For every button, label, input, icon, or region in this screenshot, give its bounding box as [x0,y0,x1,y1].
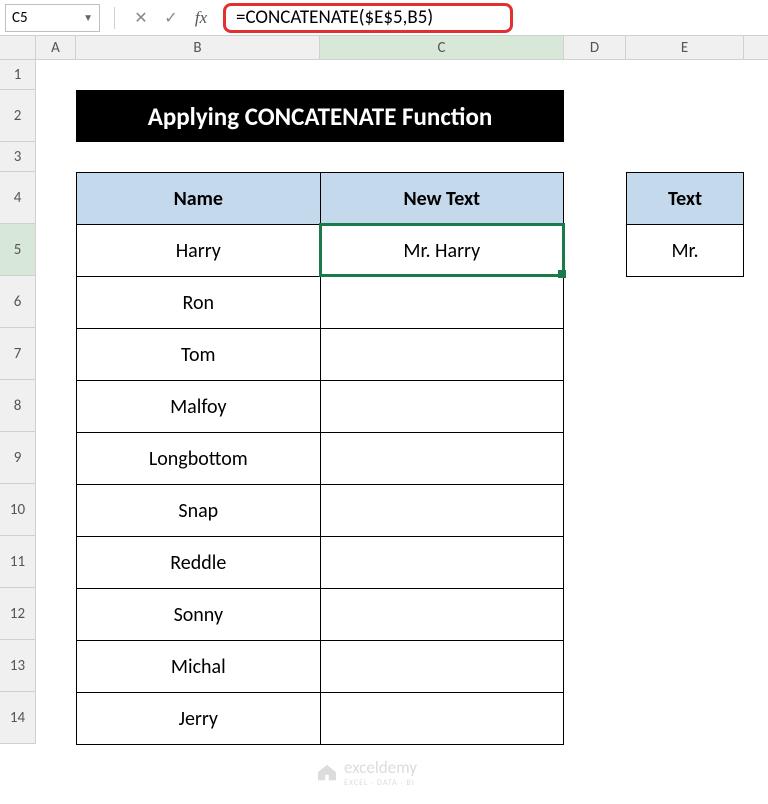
title-banner: Applying CONCATENATE Function [76,90,564,142]
cell-newtext[interactable] [320,329,563,381]
table-row: HarryMr. Harry [77,225,564,277]
row-header-5[interactable]: 5 [0,224,35,276]
chevron-down-icon[interactable]: ▼ [83,11,93,24]
table-row: Tom [77,329,564,381]
formula-bar: C5 ▼ ✕ ✓ fx =CONCATENATE($E$5,B5) [0,0,768,36]
cell-name[interactable]: Tom [77,329,321,381]
row-header-2[interactable]: 2 [0,90,35,142]
cell-name[interactable]: Michal [77,641,321,693]
row-header-3[interactable]: 3 [0,142,35,172]
watermark: exceldemy EXCEL · DATA · BI [316,757,417,788]
col-header-e[interactable]: E [626,36,744,59]
header-text[interactable]: Text [627,173,744,225]
main-table: Name New Text HarryMr. Harry Ron Tom Mal… [76,172,564,745]
cell-name[interactable]: Jerry [77,693,321,745]
select-all-corner[interactable] [0,36,36,59]
cell-newtext[interactable] [320,485,563,537]
row-header-8[interactable]: 8 [0,380,35,432]
cell-newtext[interactable]: Mr. Harry [320,225,563,277]
header-newtext[interactable]: New Text [320,173,563,225]
row-header-9[interactable]: 9 [0,432,35,484]
col-header-c[interactable]: C [320,36,564,59]
table-row: Sonny [77,589,564,641]
separator [114,7,115,29]
check-icon[interactable]: ✓ [159,8,183,28]
cell-newtext[interactable] [320,277,563,329]
col-header-b[interactable]: B [76,36,320,59]
table-row: Ron [77,277,564,329]
fx-icon[interactable]: fx [189,8,213,28]
col-header-a[interactable]: A [36,36,76,59]
grid: 1 2 3 4 5 6 7 8 9 10 11 12 13 14 Applyin… [0,60,768,744]
cell-newtext[interactable] [320,693,563,745]
table-row: Longbottom [77,433,564,485]
name-box-value: C5 [12,9,28,27]
cell-name[interactable]: Reddle [77,537,321,589]
table-row: Jerry [77,693,564,745]
row-header-12[interactable]: 12 [0,588,35,640]
row-headers: 1 2 3 4 5 6 7 8 9 10 11 12 13 14 [0,60,36,744]
cell-name[interactable]: Longbottom [77,433,321,485]
cell-newtext[interactable] [320,433,563,485]
cell-newtext[interactable] [320,589,563,641]
formula-input[interactable]: =CONCATENATE($E$5,B5) [223,3,513,33]
cell-newtext[interactable] [320,381,563,433]
house-icon [316,764,338,782]
column-headers: A B C D E [0,36,768,60]
row-header-11[interactable]: 11 [0,536,35,588]
watermark-tagline: EXCEL · DATA · BI [344,778,417,788]
table-row: Michal [77,641,564,693]
cell-name[interactable]: Ron [77,277,321,329]
row-header-6[interactable]: 6 [0,276,35,328]
cell-text[interactable]: Mr. [627,225,744,277]
row-header-14[interactable]: 14 [0,692,35,744]
table-row: Snap [77,485,564,537]
cell-name[interactable]: Harry [77,225,321,277]
cell-newtext[interactable] [320,641,563,693]
name-box[interactable]: C5 ▼ [5,4,100,32]
cancel-icon[interactable]: ✕ [129,8,153,28]
col-header-d[interactable]: D [564,36,626,59]
cell-newtext[interactable] [320,537,563,589]
table-header-row: Name New Text [77,173,564,225]
row-header-4[interactable]: 4 [0,172,35,224]
cell-name[interactable]: Snap [77,485,321,537]
table-row: Reddle [77,537,564,589]
cell-name[interactable]: Sonny [77,589,321,641]
row-header-13[interactable]: 13 [0,640,35,692]
row-header-10[interactable]: 10 [0,484,35,536]
formula-text: =CONCATENATE($E$5,B5) [236,6,433,29]
cells-area[interactable]: Applying CONCATENATE Function Name New T… [36,60,768,744]
row-header-1[interactable]: 1 [0,60,35,90]
cell-name[interactable]: Malfoy [77,381,321,433]
row-header-7[interactable]: 7 [0,328,35,380]
watermark-brand: exceldemy [344,757,417,778]
header-name[interactable]: Name [77,173,321,225]
table-row: Malfoy [77,381,564,433]
side-table: Text Mr. [626,172,744,277]
